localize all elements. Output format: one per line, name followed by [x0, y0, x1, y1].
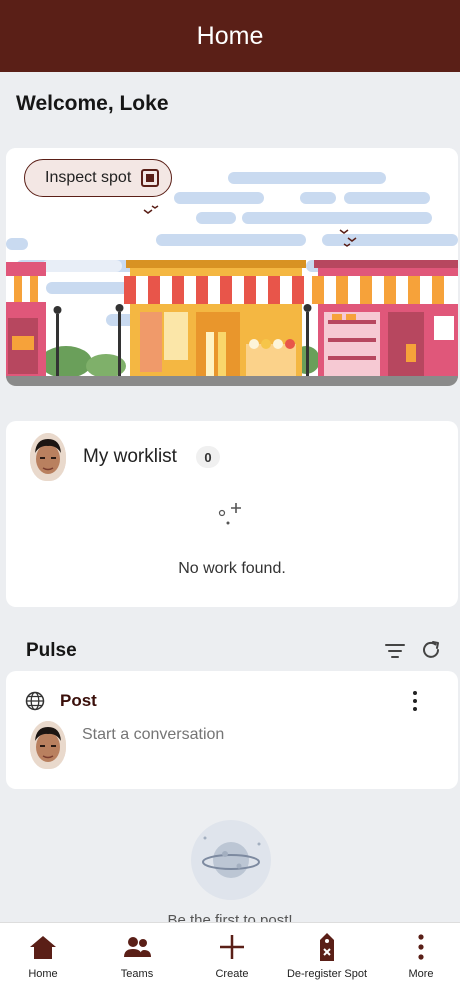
bottom-navigation: Home Teams Create De-register Spot More — [0, 922, 460, 984]
conversation-input[interactable] — [82, 723, 412, 747]
page-title: Home — [196, 21, 264, 50]
inspect-spot-button[interactable]: Inspect spot — [24, 159, 173, 197]
nav-label: De-register Spot — [286, 968, 368, 980]
empty-state-text: No work found. — [178, 560, 286, 577]
worklist-title: My worklist — [83, 446, 177, 467]
nav-more[interactable]: More — [401, 923, 441, 984]
market-banner: Inspect spot — [6, 148, 458, 386]
scan-icon — [141, 169, 160, 187]
home-icon — [28, 932, 58, 962]
more-options-icon[interactable] — [411, 691, 419, 711]
nav-label: Teams — [120, 968, 154, 980]
plus-icon — [217, 932, 247, 962]
refresh-icon[interactable] — [420, 639, 442, 661]
pulse-title: Pulse — [26, 640, 77, 661]
planet-illustration — [191, 820, 271, 900]
empty-sparkle-icon — [218, 503, 241, 525]
app-header: Home — [0, 0, 460, 72]
worklist-card[interactable]: My worklist 0 No work found. — [6, 421, 458, 607]
teams-icon — [122, 932, 152, 962]
nav-deregister-spot[interactable]: De-register Spot — [281, 923, 373, 984]
nav-label: Home — [28, 968, 58, 980]
avatar — [30, 721, 66, 769]
welcome-message: Welcome, Loke — [16, 92, 169, 115]
globe-icon — [25, 691, 45, 711]
post-composer-card: Post — [6, 671, 458, 789]
inspect-spot-label: Inspect spot — [45, 169, 132, 186]
filter-icon[interactable] — [384, 641, 406, 661]
worklist-count-badge: 0 — [196, 446, 220, 468]
nav-label: More — [408, 968, 434, 980]
nav-teams[interactable]: Teams — [117, 923, 157, 984]
nav-home[interactable]: Home — [23, 923, 63, 984]
avatar — [30, 433, 66, 481]
more-icon — [406, 932, 436, 962]
nav-create[interactable]: Create — [212, 923, 252, 984]
post-label: Post — [60, 691, 97, 710]
deregister-tag-icon — [312, 932, 342, 962]
nav-label: Create — [215, 968, 249, 980]
